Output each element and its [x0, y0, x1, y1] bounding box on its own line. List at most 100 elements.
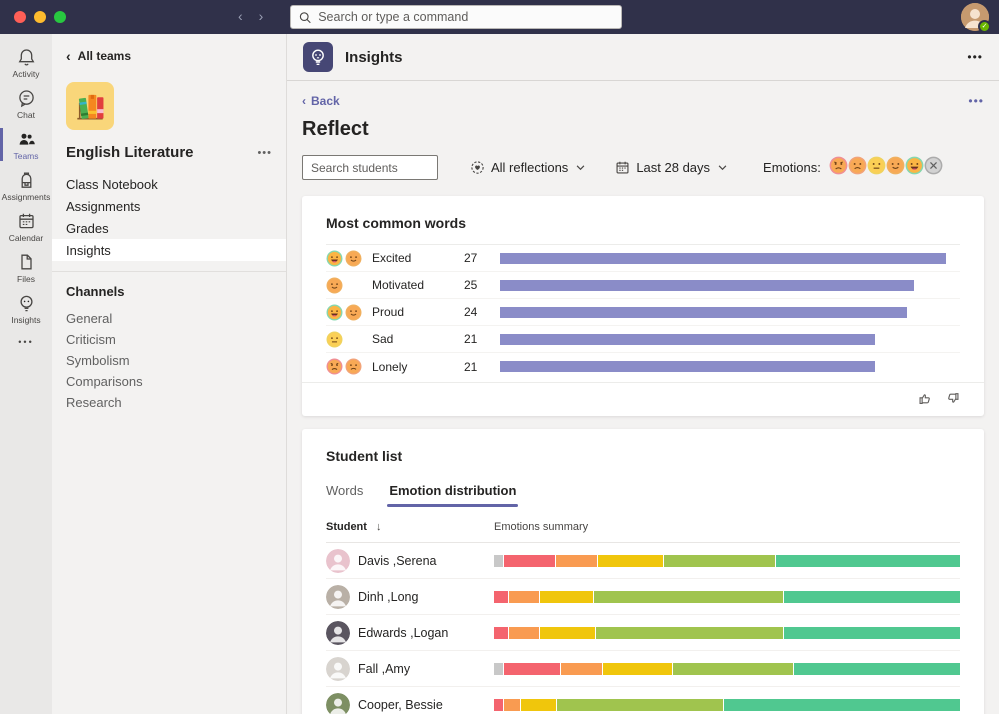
segment-red [504, 555, 555, 567]
segment-yellow [540, 627, 595, 639]
word-count: 25 [464, 278, 492, 292]
emotion-clear-icon[interactable] [924, 156, 943, 175]
rail-more-button[interactable]: ••• [0, 337, 52, 347]
team-more-button[interactable]: ••• [257, 147, 272, 159]
word-label: Lonely [372, 360, 456, 374]
search-icon [299, 11, 311, 24]
chevron-left-icon: ‹ [66, 48, 71, 64]
channel-item-comparisons[interactable]: Comparisons [52, 370, 286, 391]
books-icon [71, 87, 109, 125]
word-count: 21 [464, 332, 492, 346]
thumbs-down-icon[interactable] [945, 391, 960, 406]
channel-item-research[interactable]: Research [52, 391, 286, 412]
sidebar-divider [52, 271, 286, 272]
emotion-angry-icon[interactable] [829, 156, 848, 175]
student-tabs: Words Emotion distribution [302, 477, 984, 507]
student-row-fall-amy[interactable]: Fall ,Amy [326, 651, 960, 687]
all-teams-back-link[interactable]: ‹ All teams [52, 48, 286, 64]
page-title: Reflect [302, 118, 984, 141]
word-label: Sad [372, 332, 456, 346]
tab-words[interactable]: Words [326, 483, 363, 507]
rail-items: ActivityChat Teams Assignments Calendar File… [0, 42, 52, 329]
filter-row: All reflections Last 28 days Emotions: [302, 155, 984, 180]
rail-item-teams[interactable]: Teams [0, 124, 52, 165]
user-avatar[interactable]: ✓ [961, 3, 989, 31]
segment-lightgreen [673, 663, 793, 675]
rail-item-label: Teams [13, 151, 38, 161]
rail-item-label: Files [17, 274, 35, 284]
segment-orange [561, 663, 602, 675]
word-row-emotions [326, 250, 364, 267]
insights-icon [16, 293, 37, 314]
student-row-edwards-logan[interactable]: Edwards ,Logan [326, 615, 960, 651]
segment-orange [504, 699, 520, 711]
teams-icon [16, 129, 37, 150]
word-bar-track [500, 361, 960, 372]
segment-gray [494, 555, 503, 567]
sidebar-item-grades[interactable]: Grades [52, 217, 286, 239]
student-row-davis-serena[interactable]: Davis ,Serena [326, 543, 960, 579]
student-avatar [326, 657, 350, 681]
rail-item-calendar[interactable]: Calendar [0, 206, 52, 247]
minimize-window-button[interactable] [34, 11, 46, 23]
rail-item-label: Calendar [9, 233, 44, 243]
channel-item-general[interactable]: General [52, 307, 286, 328]
maximize-window-button[interactable] [54, 11, 66, 23]
word-row-lonely: Lonely21 [326, 353, 960, 380]
reflections-filter-dropdown[interactable]: All reflections [470, 160, 585, 175]
segment-yellow [521, 699, 556, 711]
rail-item-activity[interactable]: Activity [0, 42, 52, 83]
student-list-card: Student list WordsEmotion distribution S… [302, 429, 984, 714]
segment-lightgreen [596, 627, 783, 639]
emotions-label: Emotions: [763, 160, 821, 175]
student-row-dinh-long[interactable]: Dinh ,Long [326, 579, 960, 615]
student-row-cooper-bessie[interactable]: Cooper, Bessie [326, 687, 960, 714]
student-avatar [326, 693, 350, 714]
badge-icon [470, 160, 485, 175]
command-search-input[interactable] [318, 10, 613, 24]
tab-emotion-distribution[interactable]: Emotion distribution [389, 483, 516, 507]
word-rows: Excited27Motivated25Proud24Sad21Lonely21 [302, 245, 984, 380]
word-row-emotions [326, 304, 364, 321]
segment-red [494, 591, 508, 603]
segment-lightgreen [664, 555, 775, 567]
channel-item-symbolism[interactable]: Symbolism [52, 349, 286, 370]
rail-item-chat[interactable]: Chat [0, 83, 52, 124]
student-name: Davis ,Serena [358, 554, 486, 568]
rail-item-insights[interactable]: Insights [0, 288, 52, 329]
thumbs-up-icon[interactable] [918, 391, 933, 406]
channel-item-criticism[interactable]: Criticism [52, 328, 286, 349]
student-name: Dinh ,Long [358, 590, 486, 604]
sidebar-item-insights[interactable]: Insights [52, 239, 286, 261]
date-range-dropdown[interactable]: Last 28 days [615, 160, 727, 175]
emotion-neutral-icon[interactable] [867, 156, 886, 175]
emotion-sad-icon[interactable] [848, 156, 867, 175]
sidebar-item-class-notebook[interactable]: Class Notebook [52, 173, 286, 195]
back-link[interactable]: ‹ Back [302, 94, 340, 108]
insights-app-icon [303, 42, 333, 72]
column-student[interactable]: Student ↓ [326, 521, 486, 533]
emotion-faces [829, 156, 943, 180]
sort-descending-icon: ↓ [376, 521, 382, 533]
page-more-button[interactable]: ••• [968, 94, 984, 108]
emotion-grin-icon [326, 304, 343, 321]
title-bar: ‹ › ✓ [0, 0, 999, 34]
history-back-button[interactable]: ‹ [238, 8, 243, 24]
student-avatar [326, 585, 350, 609]
emotion-grin-icon[interactable] [905, 156, 924, 175]
history-forward-button[interactable]: › [259, 8, 264, 24]
emotion-happy-icon[interactable] [886, 156, 905, 175]
sidebar-item-assignments[interactable]: Assignments [52, 195, 286, 217]
app-header-more-button[interactable]: ••• [967, 50, 983, 64]
segment-orange [509, 627, 539, 639]
bell-icon [16, 47, 37, 68]
search-students-input[interactable] [302, 155, 438, 180]
close-window-button[interactable] [14, 11, 26, 23]
calendar-icon [615, 160, 630, 175]
rail-item-assignments[interactable]: Assignments [0, 165, 52, 206]
emotion-distribution-bar [494, 591, 960, 603]
team-logo[interactable] [66, 82, 114, 130]
segment-green [724, 699, 960, 711]
command-search-box[interactable] [290, 5, 622, 29]
rail-item-files[interactable]: Files [0, 247, 52, 288]
